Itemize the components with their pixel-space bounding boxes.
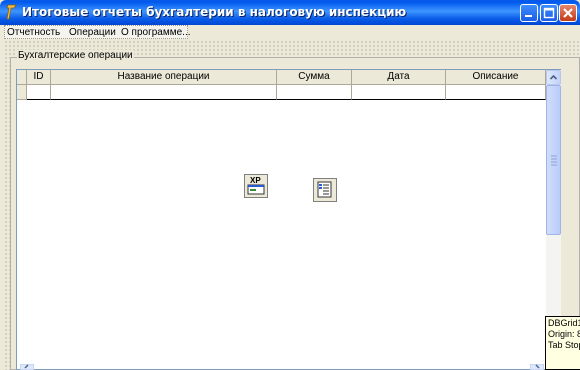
tooltip-line-origin: Origin: 8 — [548, 329, 580, 339]
main-menu-component[interactable] — [313, 178, 337, 202]
cell-description[interactable] — [446, 85, 546, 100]
grip-icon — [551, 155, 557, 166]
xp-label: XP — [250, 176, 261, 185]
operations-grid[interactable]: ID Название операции Сумма Дата Описание — [16, 69, 561, 370]
xp-manifest-component[interactable]: XP — [244, 174, 268, 198]
groupbox-label: Бухгалтерские операции — [17, 50, 134, 61]
cell-id[interactable] — [27, 85, 51, 100]
minimize-button[interactable] — [520, 4, 538, 22]
grid-header-indicator — [17, 70, 27, 85]
close-button[interactable] — [559, 4, 577, 22]
cell-date[interactable] — [352, 85, 446, 100]
row-indicator — [17, 85, 27, 100]
menu-bar: Отчетность Операции О программе... — [4, 25, 576, 40]
menu-strip: Отчетность Операции О программе... — [4, 25, 191, 39]
tooltip-line-name: DBGrid1 — [548, 318, 580, 328]
scroll-up-button[interactable] — [546, 70, 561, 85]
maximize-button[interactable] — [540, 4, 558, 22]
grid-header-date[interactable]: Дата — [352, 70, 446, 85]
app-icon — [6, 4, 17, 20]
tooltip-line-tabstop: Tab Stop — [548, 340, 580, 350]
grid-header-description[interactable]: Описание — [446, 70, 546, 85]
menu-item-operations[interactable]: Операции — [69, 27, 116, 38]
cell-sum[interactable] — [277, 85, 352, 100]
cell-name[interactable] — [51, 85, 277, 100]
grid-header-id[interactable]: ID — [27, 70, 51, 85]
scroll-left-button[interactable] — [20, 364, 34, 370]
title-bar[interactable]: Итоговые отчеты бухгалтерии в налоговую … — [0, 0, 580, 25]
grid-header-sum[interactable]: Сумма — [277, 70, 352, 85]
grid-header-name[interactable]: Название операции — [51, 70, 277, 85]
maximize-icon — [543, 7, 555, 19]
close-icon — [563, 8, 573, 18]
menu-item-about[interactable]: О программе... — [121, 27, 191, 38]
minimize-icon — [525, 15, 532, 17]
component-tooltip: DBGrid1 Origin: 8 Tab Stop — [545, 316, 580, 370]
arrow-up-icon — [549, 74, 558, 80]
window-title: Итоговые отчеты бухгалтерии в налоговую … — [22, 5, 407, 19]
menu-item-reports[interactable]: Отчетность — [7, 27, 60, 38]
main-menu-component-icon — [317, 181, 332, 198]
scroll-right-button[interactable] — [530, 364, 544, 370]
xp-manifest-icon: XP — [247, 176, 265, 195]
scroll-thumb[interactable] — [546, 85, 561, 235]
